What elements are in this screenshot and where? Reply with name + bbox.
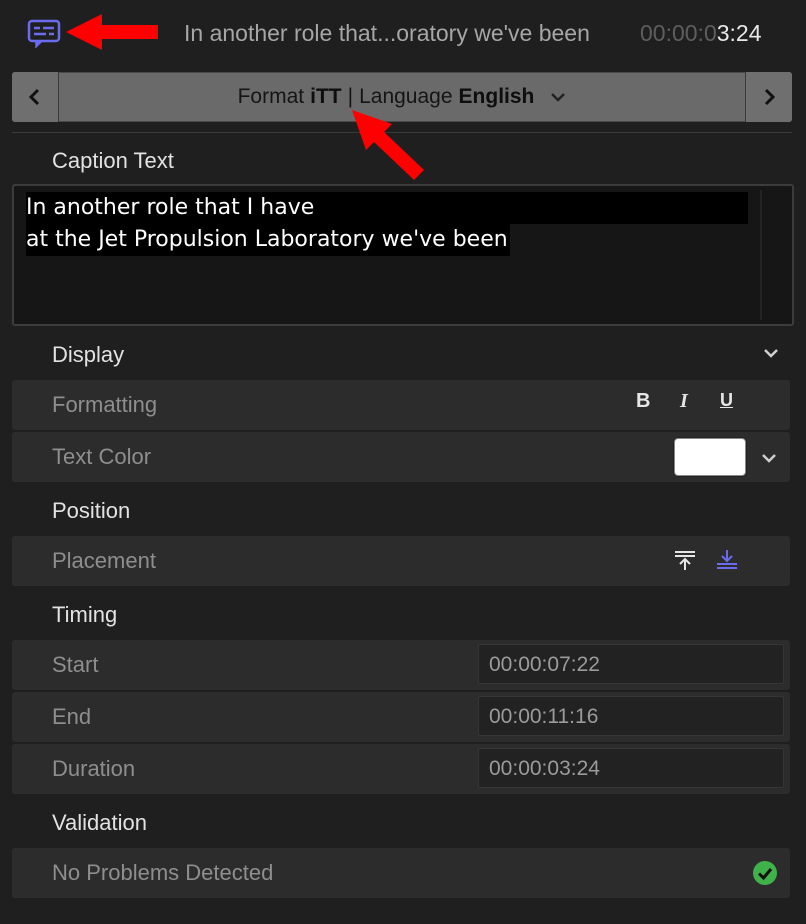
text-color-label: Text Color: [52, 444, 152, 469]
text-color-well[interactable]: [674, 438, 746, 476]
end-row: End 00:00:11:16: [12, 692, 790, 742]
bold-button[interactable]: B: [636, 390, 650, 413]
format-label: Format: [237, 85, 305, 108]
placement-label: Placement: [52, 548, 156, 573]
caption-scrollbar[interactable]: [760, 190, 762, 320]
underline-button[interactable]: U: [720, 390, 733, 411]
caption-line-1: In another role that I have: [26, 192, 748, 224]
start-label: Start: [52, 652, 99, 677]
checkmark-icon: [753, 861, 777, 885]
formatting-row: Formatting B I U: [12, 380, 790, 430]
timing-heading: Timing: [52, 602, 118, 627]
chevron-right-icon: [764, 88, 776, 106]
caption-timecode: 00:00:03:24: [640, 20, 762, 46]
placement-row: Placement: [12, 536, 790, 586]
annotation-arrow-icon: [352, 110, 424, 180]
chevron-left-icon: [28, 88, 40, 106]
end-label: End: [52, 704, 92, 729]
display-collapse-chevron-icon[interactable]: [762, 346, 780, 360]
validation-row: No Problems Detected: [12, 848, 790, 898]
formatting-label: Formatting: [52, 392, 158, 417]
duration-timecode-field[interactable]: 00:00:03:24: [478, 748, 784, 788]
italic-button[interactable]: I: [680, 390, 688, 413]
caption-line-2: at the Jet Propulsion Laboratory we've b…: [26, 224, 510, 256]
duration-row: Duration 00:00:03:24: [12, 744, 790, 794]
placement-bottom-icon[interactable]: [716, 549, 738, 571]
chevron-down-icon: [551, 93, 566, 102]
language-value: English: [458, 85, 535, 108]
placement-top-icon[interactable]: [674, 549, 696, 571]
captions-icon[interactable]: [26, 18, 62, 48]
text-color-dropdown-chevron-icon[interactable]: [760, 451, 778, 465]
validation-status-label: No Problems Detected: [52, 860, 274, 885]
caption-title: In another role that...oratory we've bee…: [184, 20, 590, 46]
text-color-row: Text Color: [12, 432, 790, 482]
end-timecode-field[interactable]: 00:00:11:16: [478, 696, 784, 736]
position-heading: Position: [52, 498, 131, 523]
annotation-arrow-icon: [66, 14, 158, 50]
previous-caption-button[interactable]: [12, 72, 59, 122]
start-row: Start 00:00:07:22: [12, 640, 790, 690]
duration-label: Duration: [52, 756, 136, 781]
start-timecode-field[interactable]: 00:00:07:22: [478, 644, 784, 684]
caption-text-editor[interactable]: In another role that I have at the Jet P…: [12, 184, 794, 326]
format-value: iTT: [310, 85, 342, 108]
next-caption-button[interactable]: [745, 72, 792, 122]
validation-heading: Validation: [52, 810, 147, 835]
display-heading: Display: [52, 342, 125, 367]
caption-text-heading: Caption Text: [52, 148, 174, 173]
